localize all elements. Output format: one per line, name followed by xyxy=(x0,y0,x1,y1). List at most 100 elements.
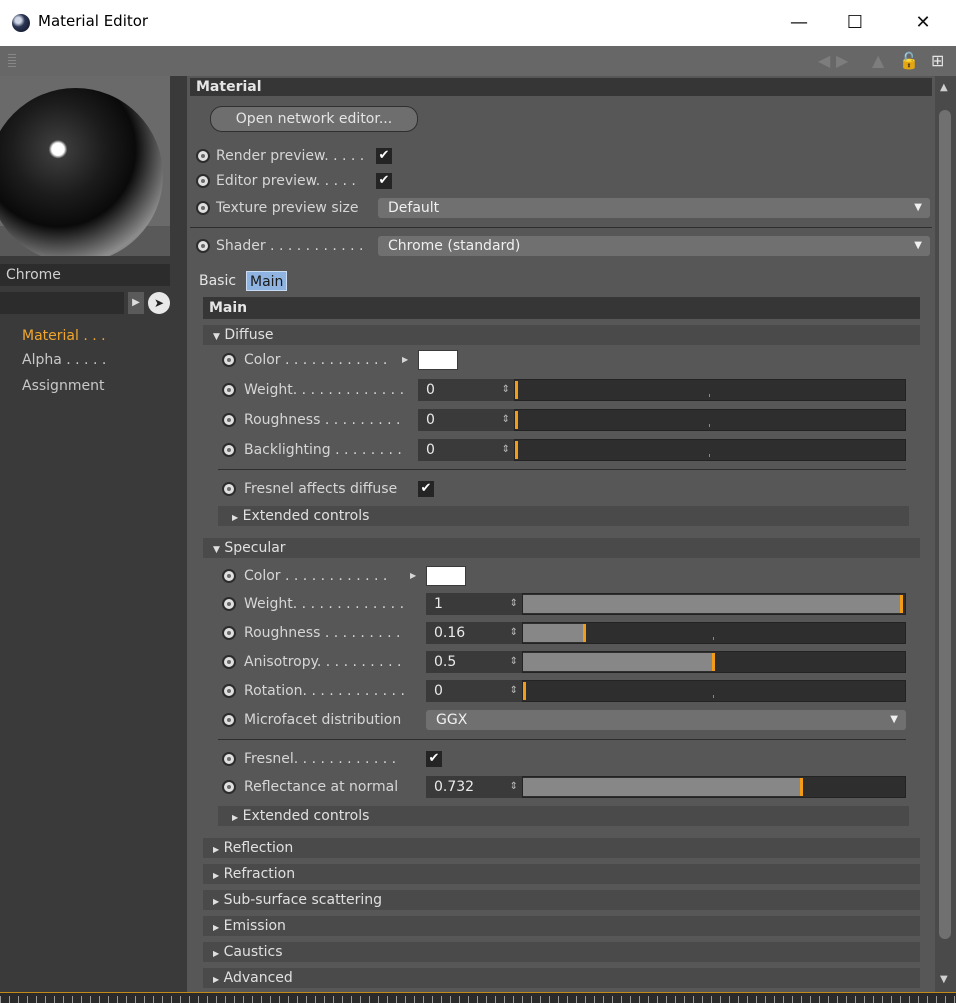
tab-main[interactable]: Main xyxy=(246,271,288,291)
diffuse-backlighting-input[interactable]: 0 ⇕ xyxy=(418,439,514,461)
path-arrow-button[interactable]: ▶ xyxy=(128,292,144,314)
microfacet-value: GGX xyxy=(436,712,468,728)
shader-dropdown[interactable]: Chrome (standard) ▼ xyxy=(378,236,930,256)
diffuse-weight-input[interactable]: 0 ⇕ xyxy=(418,379,514,401)
nav-item-alpha[interactable]: Alpha . . . . . xyxy=(22,352,106,368)
texture-preview-dropdown[interactable]: Default ▼ xyxy=(378,198,930,218)
slider-thumb[interactable] xyxy=(515,441,518,459)
diffuse-roughness-anim-icon[interactable] xyxy=(222,413,236,427)
reflectance-input[interactable]: 0.732 ⇕ xyxy=(426,776,522,798)
reflectance-anim-icon[interactable] xyxy=(222,780,236,794)
specular-extended-controls-header[interactable]: ▶ Extended controls xyxy=(218,806,909,826)
scroll-down-icon[interactable]: ▼ xyxy=(940,974,948,985)
slider-thumb[interactable] xyxy=(523,682,526,700)
caustics-group-header[interactable]: ▶ Caustics xyxy=(203,942,920,962)
render-preview-anim-icon[interactable] xyxy=(196,149,210,163)
nav-item-assignment[interactable]: Assignment xyxy=(22,378,104,394)
specular-color-swatch[interactable] xyxy=(426,566,466,586)
back-arrow-icon[interactable]: ◀ xyxy=(818,51,830,70)
specular-fresnel-anim-icon[interactable] xyxy=(222,752,236,766)
up-arrow-icon[interactable]: ▲ xyxy=(872,51,884,70)
expand-color-icon[interactable]: ▶ xyxy=(410,565,416,587)
slider-thumb[interactable] xyxy=(900,595,903,613)
specular-anisotropy-slider[interactable] xyxy=(522,651,906,673)
maximize-button[interactable]: ☐ xyxy=(832,6,878,40)
nav-item-material[interactable]: Material . . . xyxy=(22,328,106,344)
specular-rotation-input[interactable]: 0 ⇕ xyxy=(426,680,522,702)
specular-color-anim-icon[interactable] xyxy=(222,569,236,583)
diffuse-weight-anim-icon[interactable] xyxy=(222,383,236,397)
specular-roughness-slider[interactable] xyxy=(522,622,906,644)
diffuse-roughness-slider[interactable] xyxy=(514,409,906,431)
slider-midpoint-tick xyxy=(709,454,710,457)
advanced-group-header[interactable]: ▶ Advanced xyxy=(203,968,920,988)
shader-anim-icon[interactable] xyxy=(196,239,210,253)
path-field[interactable] xyxy=(0,292,124,314)
minimize-button[interactable]: — xyxy=(776,6,822,40)
picker-arrow-icon[interactable]: ➤ xyxy=(148,292,170,314)
editor-preview-checkbox[interactable]: ✔ xyxy=(376,173,392,189)
spin-arrows-icon[interactable]: ⇕ xyxy=(494,409,510,431)
specular-rotation-slider[interactable] xyxy=(522,680,906,702)
diffuse-backlighting-anim-icon[interactable] xyxy=(222,443,236,457)
scroll-up-icon[interactable]: ▲ xyxy=(940,82,948,93)
microfacet-dropdown[interactable]: GGX ▼ xyxy=(426,710,906,730)
specular-color-label: Color . . . . . . . . . . . . xyxy=(244,568,388,584)
specular-anisotropy-input[interactable]: 0.5 ⇕ xyxy=(426,651,522,673)
spin-arrows-icon[interactable]: ⇕ xyxy=(494,439,510,461)
drag-grip-icon[interactable] xyxy=(8,54,16,68)
diffuse-roughness-input[interactable]: 0 ⇕ xyxy=(418,409,514,431)
diffuse-weight-slider[interactable] xyxy=(514,379,906,401)
render-preview-label: Render preview. . . . . xyxy=(216,148,365,164)
emission-group-header[interactable]: ▶ Emission xyxy=(203,916,920,936)
diffuse-group-header[interactable]: ▼ Diffuse xyxy=(203,325,920,345)
specular-roughness-anim-icon[interactable] xyxy=(222,626,236,640)
specular-rotation-anim-icon[interactable] xyxy=(222,684,236,698)
spin-arrows-icon[interactable]: ⇕ xyxy=(502,593,518,615)
refraction-group-header[interactable]: ▶ Refraction xyxy=(203,864,920,884)
specular-group-header[interactable]: ▼ Specular xyxy=(203,538,920,558)
expand-color-icon[interactable]: ▶ xyxy=(402,349,408,371)
collapsed-arrow-icon: ▶ xyxy=(213,975,220,984)
close-button[interactable]: ✕ xyxy=(900,6,946,40)
timeline-ruler[interactable] xyxy=(0,992,956,1003)
lock-icon[interactable]: 🔓 xyxy=(899,51,919,70)
slider-thumb[interactable] xyxy=(583,624,586,642)
diffuse-extended-controls-header[interactable]: ▶ Extended controls xyxy=(218,506,909,526)
subsurface-group-header[interactable]: ▶ Sub-surface scattering xyxy=(203,890,920,910)
spin-arrows-icon[interactable]: ⇕ xyxy=(502,651,518,673)
scrollbar-thumb[interactable] xyxy=(939,110,951,939)
fresnel-affects-anim-icon[interactable] xyxy=(222,482,236,496)
reflection-group-header[interactable]: ▶ Reflection xyxy=(203,838,920,858)
texture-preview-label: Texture preview size xyxy=(216,200,359,216)
spin-arrows-icon[interactable]: ⇕ xyxy=(502,680,518,702)
spin-arrows-icon[interactable]: ⇕ xyxy=(502,622,518,644)
diffuse-color-anim-icon[interactable] xyxy=(222,353,236,367)
microfacet-anim-icon[interactable] xyxy=(222,713,236,727)
specular-weight-slider[interactable] xyxy=(522,593,906,615)
reflectance-slider[interactable] xyxy=(522,776,906,798)
open-network-editor-button[interactable]: Open network editor... xyxy=(210,106,418,132)
slider-thumb[interactable] xyxy=(515,381,518,399)
slider-thumb[interactable] xyxy=(712,653,715,671)
spin-arrows-icon[interactable]: ⇕ xyxy=(494,379,510,401)
material-name-field[interactable]: Chrome xyxy=(0,264,170,286)
specular-fresnel-checkbox[interactable]: ✔ xyxy=(426,751,442,767)
diffuse-color-swatch[interactable] xyxy=(418,350,458,370)
tab-basic[interactable]: Basic xyxy=(196,271,239,291)
diffuse-backlighting-slider[interactable] xyxy=(514,439,906,461)
editor-preview-anim-icon[interactable] xyxy=(196,174,210,188)
specular-weight-input[interactable]: 1 ⇕ xyxy=(426,593,522,615)
forward-arrow-icon[interactable]: ▶ xyxy=(836,51,848,70)
slider-thumb[interactable] xyxy=(800,778,803,796)
specular-roughness-input[interactable]: 0.16 ⇕ xyxy=(426,622,522,644)
specular-anisotropy-anim-icon[interactable] xyxy=(222,655,236,669)
fresnel-affects-checkbox[interactable]: ✔ xyxy=(418,481,434,497)
specular-weight-anim-icon[interactable] xyxy=(222,597,236,611)
spin-arrows-icon[interactable]: ⇕ xyxy=(502,776,518,798)
render-preview-checkbox[interactable]: ✔ xyxy=(376,148,392,164)
texture-preview-anim-icon[interactable] xyxy=(196,201,210,215)
material-preview[interactable] xyxy=(0,76,170,256)
slider-thumb[interactable] xyxy=(515,411,518,429)
new-window-icon[interactable]: ⊞ xyxy=(931,51,944,70)
